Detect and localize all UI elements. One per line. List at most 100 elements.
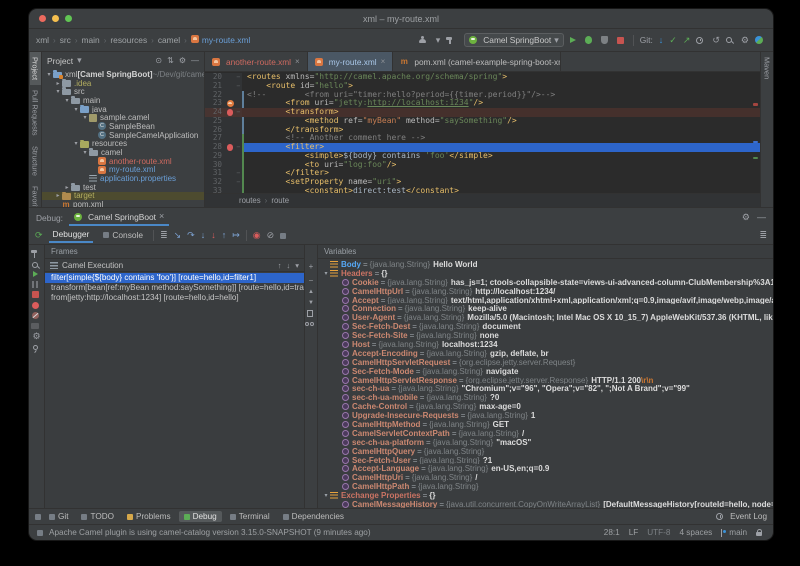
tree-item-src[interactable]: ▾src xyxy=(42,87,204,96)
mute-breakpoints-icon[interactable]: ⊘ xyxy=(267,231,275,240)
variable-row-exchange-properties[interactable]: ▾Exchange Properties={} xyxy=(318,491,773,500)
minimize-window-button[interactable] xyxy=(52,15,59,22)
zoom-window-button[interactable] xyxy=(65,15,72,22)
code-line-20[interactable]: 20−<routes xmlns="http://camel.apache.or… xyxy=(205,73,760,82)
tree-expanded-icon[interactable]: ▾ xyxy=(81,149,89,156)
fold-marker[interactable]: − xyxy=(235,108,242,117)
variable-row-headers[interactable]: ▾Headers={} xyxy=(318,269,773,278)
search-icon[interactable] xyxy=(726,37,732,43)
tree-item-sample-camel[interactable]: ▾sample.camel xyxy=(42,113,204,122)
event-log-button[interactable]: Event Log xyxy=(716,512,767,521)
lock-icon[interactable] xyxy=(756,532,762,537)
tree-expanded-icon[interactable]: ▾ xyxy=(322,492,330,499)
variable-row-sec-ch-ua-platform[interactable]: sec-ch-ua-platform={java.lang.String}"ma… xyxy=(318,438,773,447)
fold-marker[interactable]: − xyxy=(235,143,242,152)
tree-collapsed-icon[interactable]: ▸ xyxy=(63,184,71,191)
code-line-31[interactable]: 31− </filter> xyxy=(205,169,760,178)
toolwindow-tab-todo[interactable]: TODO xyxy=(76,511,119,522)
duplicate-watch-icon[interactable] xyxy=(307,310,313,317)
expand-all-icon[interactable]: ⇅ xyxy=(167,56,174,65)
force-step-into-icon[interactable]: ↓ xyxy=(211,231,216,240)
sidebar-item-maven[interactable]: Maven xyxy=(762,52,773,84)
tree-item-samplecamelapplication[interactable]: CSampleCamelApplication xyxy=(42,131,204,140)
variable-row-accept-language[interactable]: Accept-Language={java.lang.String}en-US,… xyxy=(318,464,773,473)
sidebar-item-pull-requests[interactable]: Pull Requests xyxy=(30,85,41,141)
close-icon[interactable]: × xyxy=(381,57,386,66)
code-editor[interactable]: 20−<routes xmlns="http://camel.apache.or… xyxy=(205,72,760,193)
variable-row-sec-fetch-dest[interactable]: Sec-Fetch-Dest={java.lang.String}documen… xyxy=(318,322,773,331)
code-line-21[interactable]: 21− <route id="hello"> xyxy=(205,82,760,91)
tree-item-resources[interactable]: ▾resources xyxy=(42,140,204,149)
tool-windows-icon[interactable] xyxy=(35,514,41,520)
breadcrumb-item[interactable]: xml xyxy=(36,35,49,45)
tree-expanded-icon[interactable]: ▾ xyxy=(45,71,53,78)
move-up-icon[interactable]: ▲ xyxy=(308,289,314,295)
toolwindow-tab-dependencies[interactable]: Dependencies xyxy=(278,511,349,522)
resume-icon[interactable] xyxy=(33,271,38,277)
stop-icon[interactable] xyxy=(32,291,39,298)
tree-expanded-icon[interactable]: ▾ xyxy=(81,114,89,121)
tree-item-test[interactable]: ▸test xyxy=(42,183,204,192)
hide-panel-icon[interactable]: — xyxy=(191,56,199,65)
move-down-icon[interactable]: ▼ xyxy=(308,300,314,306)
chevron-down-icon[interactable]: ▾ xyxy=(436,36,441,45)
tree-item-java[interactable]: ▾java xyxy=(42,105,204,114)
code-line-25[interactable]: 25 <method ref="myBean" method="saySomet… xyxy=(205,117,760,126)
variable-row-sec-ch-ua-mobile[interactable]: sec-ch-ua-mobile={java.lang.String}?0 xyxy=(318,393,773,402)
tree-expanded-icon[interactable]: ▾ xyxy=(322,270,330,277)
breadcrumb-item[interactable]: camel xyxy=(158,35,180,45)
toolwindow-tab-terminal[interactable]: Terminal xyxy=(225,511,275,522)
view-breakpoints-icon[interactable]: ◉ xyxy=(253,231,261,240)
tree-item-my-route-xml[interactable]: my-route.xml xyxy=(42,166,204,175)
variable-row-sec-fetch-site[interactable]: Sec-Fetch-Site={java.lang.String}none xyxy=(318,331,773,340)
toolwindow-tab-git[interactable]: Git xyxy=(44,511,73,522)
breakpoint-icon[interactable] xyxy=(225,109,235,116)
show-execution-point-icon[interactable]: ↘ xyxy=(174,231,182,240)
stop-button[interactable] xyxy=(617,37,624,44)
code-line-33[interactable]: 33 <constant>direct:test</constant> xyxy=(205,187,760,193)
fold-marker[interactable]: − xyxy=(235,73,242,82)
variable-row-user-agent[interactable]: User-Agent={java.lang.String}Mozilla/5.0… xyxy=(318,313,773,322)
coverage-button[interactable] xyxy=(601,36,608,44)
chevron-down-icon[interactable]: ▾ xyxy=(295,261,299,270)
variable-row-accept-encoding[interactable]: Accept-Encoding={java.lang.String}gzip, … xyxy=(318,349,773,358)
remove-watch-icon[interactable]: − xyxy=(309,276,314,285)
settings-gear-icon[interactable]: ⚙ xyxy=(742,213,750,222)
variable-row-sec-fetch-mode[interactable]: Sec-Fetch-Mode={java.lang.String}navigat… xyxy=(318,367,773,376)
code-line-29[interactable]: 29 <simple>${body} contains 'foo'</simpl… xyxy=(205,152,760,161)
variable-row-camelservletcontextpath[interactable]: CamelServletContextPath={java.lang.Strin… xyxy=(318,429,773,438)
show-watches-icon[interactable] xyxy=(305,322,314,326)
editor-tab-pom-xml[interactable]: mpom.xml (camel-example-spring-boot-xml)… xyxy=(393,52,561,71)
close-icon[interactable]: × xyxy=(159,212,164,221)
editor-breadcrumb-item[interactable]: routes xyxy=(239,196,261,205)
run-button[interactable] xyxy=(570,37,576,43)
sidebar-item-structure[interactable]: Structure xyxy=(30,141,41,181)
step-over-icon[interactable]: ↷ xyxy=(187,231,195,240)
tree-collapsed-icon[interactable]: ▸ xyxy=(54,80,62,87)
step-into-icon[interactable]: ↓ xyxy=(201,231,206,240)
thread-dump-camera-icon[interactable] xyxy=(31,323,39,329)
stack-frame-2[interactable]: from[jetty:http://localhost:1234] [route… xyxy=(45,293,304,303)
locate-file-icon[interactable]: ⊙ xyxy=(155,56,162,65)
titlebar[interactable]: xml – my-route.xml xyxy=(29,9,773,29)
close-icon[interactable]: × xyxy=(295,57,300,66)
mute-breakpoints-icon[interactable] xyxy=(32,312,39,319)
variable-row-camelhttpmethod[interactable]: CamelHttpMethod={java.lang.String}GET xyxy=(318,420,773,429)
sidebar-item-favorites[interactable]: Favorites xyxy=(30,181,41,207)
indent-style[interactable]: 4 spaces xyxy=(679,528,712,537)
breadcrumb-item[interactable]: resources xyxy=(110,35,147,45)
run-to-cursor-icon[interactable]: ↦ xyxy=(232,231,240,240)
tree-collapsed-icon[interactable]: ▸ xyxy=(54,192,62,199)
settings-gear-icon[interactable]: ⚙ xyxy=(741,36,749,45)
search-icon[interactable] xyxy=(32,262,38,268)
variable-row-camelmessagehistory[interactable]: CamelMessageHistory={java.util.concurren… xyxy=(318,500,773,508)
tree-item-target[interactable]: ▸target xyxy=(42,192,204,201)
evaluate-expression-icon[interactable] xyxy=(280,233,286,239)
code-line-26[interactable]: 26 </transform> xyxy=(205,126,760,135)
step-out-icon[interactable]: ↑ xyxy=(222,231,227,240)
code-line-28[interactable]: 28− <filter> xyxy=(205,143,760,152)
variable-row-camelhttpurl[interactable]: CamelHttpUrl={java.lang.String}http://lo… xyxy=(318,287,773,296)
settings-gear-icon[interactable]: ⚙ xyxy=(179,56,186,65)
toolwindow-tab-debug[interactable]: Debug xyxy=(179,511,222,522)
line-ending[interactable]: LF xyxy=(629,528,639,537)
